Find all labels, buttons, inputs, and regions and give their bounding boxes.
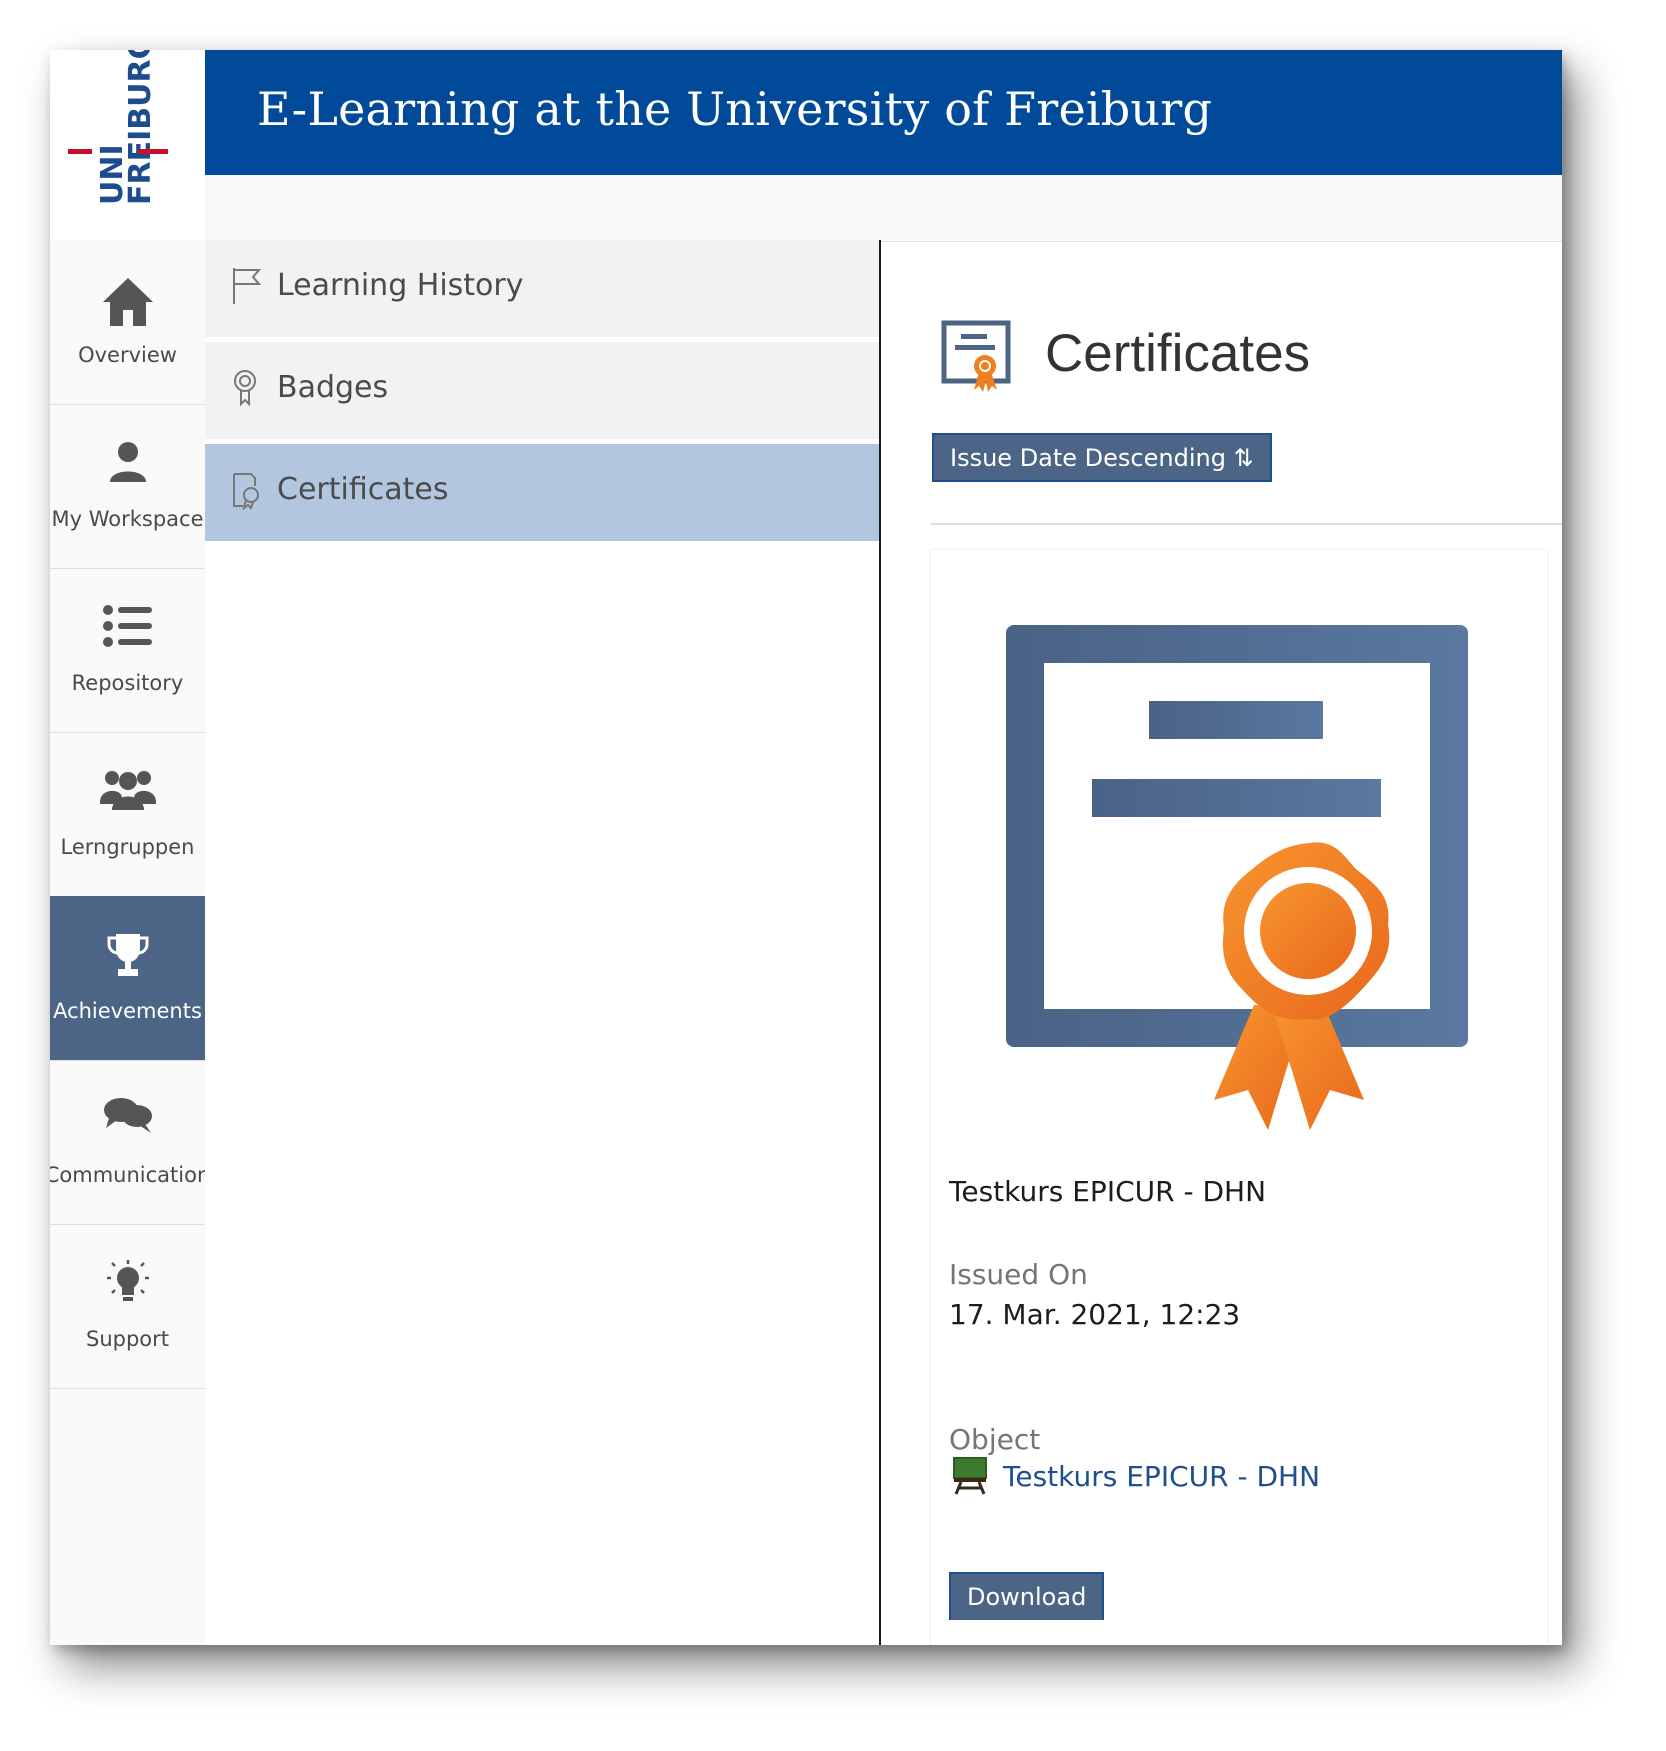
issued-on-value: 17. Mar. 2021, 12:23 [949,1298,1241,1331]
sort-order-button[interactable]: Issue Date Descending ⇅ [932,433,1272,482]
mainbar-item-communication[interactable]: Communication [50,1060,210,1225]
object-row: Testkurs EPICUR - DHN [953,1457,1320,1495]
certificate-illustration [1006,625,1468,1130]
achievements-slate: Learning History Badges Certificates [205,240,881,1645]
slate-item-label: Learning History [277,268,524,303]
course-icon [953,1457,987,1495]
slate-item-badges[interactable]: Badges [205,342,881,439]
certificate-title-icon [941,320,1011,392]
user-icon [109,442,146,482]
badge-icon [234,370,256,407]
main-content: Certificates Issue Date Descending ⇅ Tes… [881,242,1562,1645]
top-header: E-Learning at the University of Freiburg [205,50,1562,175]
object-link[interactable]: Testkurs EPICUR - DHN [1003,1460,1320,1493]
mainbar-label: Support [85,1327,169,1351]
mainbar-item-achievements[interactable]: Achievements [50,896,205,1061]
breadcrumb-bar [205,175,1562,242]
issued-on-label: Issued On [949,1258,1088,1291]
lightbulb-icon [106,1260,149,1301]
slate-item-certificates[interactable]: Certificates [205,444,881,541]
mainbar-label: Repository [71,671,184,695]
mainbar-label: Achievements [53,999,202,1023]
mainbar-label: Overview [78,343,177,367]
certificate-icon [233,473,259,510]
mainbar-item-overview[interactable]: Overview [50,240,205,405]
chat-icon [103,1098,152,1133]
page-title: Certificates [1045,324,1311,383]
mainbar-item-lerngruppen[interactable]: Lerngruppen [50,732,205,897]
slate-item-label: Certificates [277,472,449,507]
mainbar-label: Communication [50,1163,211,1187]
list-icon [102,605,152,647]
mainbar-item-repository[interactable]: Repository [50,568,205,733]
flag-icon [233,268,262,304]
mainbar-label: Lerngruppen [60,835,195,859]
mainbar-item-support[interactable]: Support [50,1224,205,1389]
slate-item-learning-history[interactable]: Learning History [205,240,881,337]
download-button[interactable]: Download [949,1572,1105,1620]
header-title[interactable]: E-Learning at the University of Freiburg [257,82,1212,136]
main-menu: Overview My Workspace Repository Lerngru… [50,240,210,1645]
certificate-card: Testkurs EPICUR - DHN Issued On 17. Mar.… [931,550,1547,1645]
uni-freiburg-logo[interactable]: UNI FREIBURG [50,50,205,240]
app-window: UNI FREIBURG E-Learning at the Universit… [50,50,1562,1645]
certificate-title: Testkurs EPICUR - DHN [949,1175,1267,1208]
home-icon [102,278,153,326]
mainbar-item-my-workspace[interactable]: My Workspace [50,404,205,569]
logo-text-freiburg: FREIBURG [123,50,158,205]
object-label: Object [949,1423,1041,1456]
slate-item-label: Badges [277,370,389,405]
users-icon [99,771,156,810]
content-divider [931,523,1562,525]
trophy-icon [107,934,148,976]
mainbar-label: My Workspace [51,507,204,531]
